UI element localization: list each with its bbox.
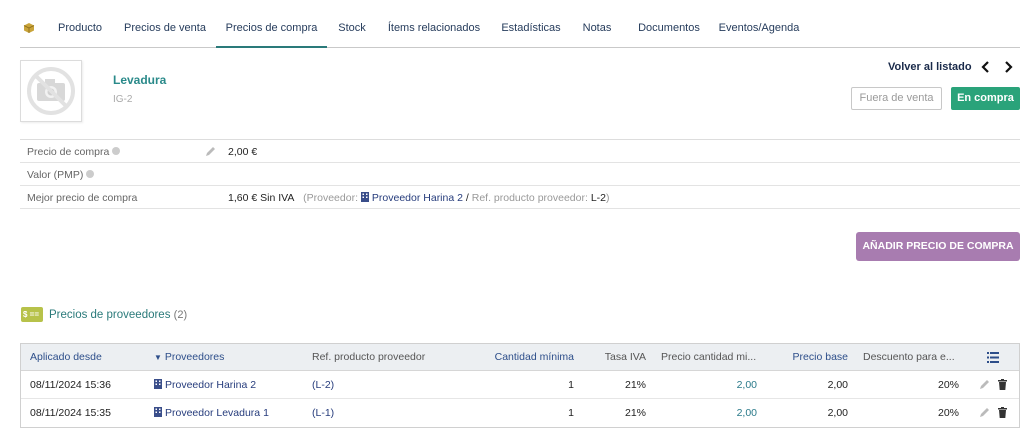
buy-status-badge[interactable]: En compra	[951, 87, 1020, 110]
info-icon	[112, 147, 121, 156]
best-price-label: Mejor precio de compra	[27, 192, 138, 204]
tab-producto[interactable]: Producto	[48, 10, 112, 47]
section-count: (2)	[173, 309, 188, 321]
cell-vat: 21%	[624, 379, 646, 391]
product-box-icon[interactable]	[23, 22, 35, 34]
previous-record-button[interactable]	[979, 59, 993, 75]
tab-documentos[interactable]: Documentos	[629, 10, 709, 47]
product-name: Levadura	[113, 73, 167, 87]
building-icon	[154, 379, 162, 389]
col-date-header[interactable]: Aplicado desde	[30, 351, 102, 363]
sell-status-badge[interactable]: Fuera de venta	[851, 87, 942, 110]
tab-stock[interactable]: Stock	[332, 10, 372, 47]
table-row[interactable]: 08/11/2024 15:35 Proveedor Levadura 1 (L…	[21, 399, 1019, 427]
product-ref: IG-2	[113, 94, 133, 105]
tab-bar: Producto Precios de venta Precios de com…	[20, 10, 1020, 48]
trash-icon[interactable]	[997, 407, 1008, 418]
edit-pencil-icon[interactable]	[979, 379, 990, 390]
cell-qty-price: 2,00	[736, 379, 757, 391]
best-price-value: 1,60 € Sin IVA (Proveedor: Proveedor Har…	[228, 192, 610, 204]
col-vat-header[interactable]: Tasa IVA	[586, 351, 646, 363]
col-qty-price-header[interactable]: Precio cantidad mi...	[661, 351, 756, 363]
cell-min-qty: 1	[568, 379, 574, 391]
table-header: Aplicado desde ▼ Proveedores Ref. produc…	[21, 344, 1019, 371]
cell-discount: 20%	[937, 407, 959, 419]
purchase-price-label: Precio de compra	[27, 146, 121, 158]
field-row-best-price: Mejor precio de compra 1,60 € Sin IVA (P…	[20, 186, 1020, 209]
cell-min-qty: 1	[568, 407, 574, 419]
cell-vat: 21%	[624, 407, 646, 419]
next-record-button[interactable]	[1001, 59, 1015, 75]
add-purchase-price-button[interactable]: AÑADIR PRECIO DE COMPRA	[856, 232, 1020, 261]
tab-precios-compra[interactable]: Precios de compra	[216, 10, 327, 48]
cell-qty-price: 2,00	[736, 407, 757, 419]
chevron-left-icon	[981, 61, 989, 73]
back-to-list-link[interactable]: Volver al listado	[888, 61, 972, 73]
price-fields: Precio de compra 2,00 € Valor (PMP) Mejo…	[20, 139, 1020, 209]
chevron-right-icon	[1005, 61, 1013, 73]
col-min-qty-header[interactable]: Cantidad mínima	[461, 351, 574, 363]
best-price-supplier-link[interactable]: Proveedor Harina 2	[372, 192, 463, 204]
cell-supplier[interactable]: Proveedor Levadura 1	[154, 407, 269, 419]
price-list-icon: $ ==	[21, 307, 43, 322]
field-row-purchase-price: Precio de compra 2,00 €	[20, 140, 1020, 163]
product-photo[interactable]	[20, 60, 82, 122]
field-row-pmp: Valor (PMP)	[20, 163, 1020, 186]
tab-items-relacionados[interactable]: Ítems relacionados	[384, 10, 484, 47]
edit-pencil-icon[interactable]	[205, 146, 216, 157]
cell-ref[interactable]: (L-1)	[312, 407, 334, 419]
pmp-label: Valor (PMP)	[27, 169, 95, 181]
info-icon	[86, 170, 95, 179]
edit-pencil-icon[interactable]	[979, 407, 990, 418]
cell-base-price: 2,00	[827, 379, 848, 391]
section-title: Precios de proveedores (2)	[49, 309, 188, 321]
cell-date: 08/11/2024 15:36	[30, 379, 111, 391]
purchase-price-value: 2,00 €	[228, 146, 258, 158]
column-list-icon[interactable]	[987, 352, 999, 363]
col-base-price-header[interactable]: Precio base	[769, 351, 848, 363]
trash-icon[interactable]	[997, 379, 1008, 390]
no-photo-icon	[27, 67, 75, 115]
supplier-prices-table: Aplicado desde ▼ Proveedores Ref. produc…	[20, 343, 1020, 428]
building-icon	[154, 407, 162, 417]
tab-estadisticas[interactable]: Estadísticas	[496, 10, 566, 47]
building-icon	[360, 192, 369, 202]
col-supplier-header[interactable]: ▼ Proveedores	[154, 351, 224, 363]
tab-notas[interactable]: Notas	[578, 10, 616, 47]
cell-supplier[interactable]: Proveedor Harina 2	[154, 379, 256, 391]
col-discount-header[interactable]: Descuento para e...	[863, 351, 955, 363]
col-ref-header[interactable]: Ref. producto proveedor	[312, 351, 425, 363]
cell-base-price: 2,00	[827, 407, 848, 419]
cell-ref[interactable]: (L-2)	[312, 379, 334, 391]
cell-date: 08/11/2024 15:35	[30, 407, 111, 419]
tab-eventos-agenda[interactable]: Eventos/Agenda	[716, 10, 802, 47]
tab-precios-venta[interactable]: Precios de venta	[119, 10, 211, 47]
table-row[interactable]: 08/11/2024 15:36 Proveedor Harina 2 (L-2…	[21, 371, 1019, 399]
cell-discount: 20%	[937, 379, 959, 391]
